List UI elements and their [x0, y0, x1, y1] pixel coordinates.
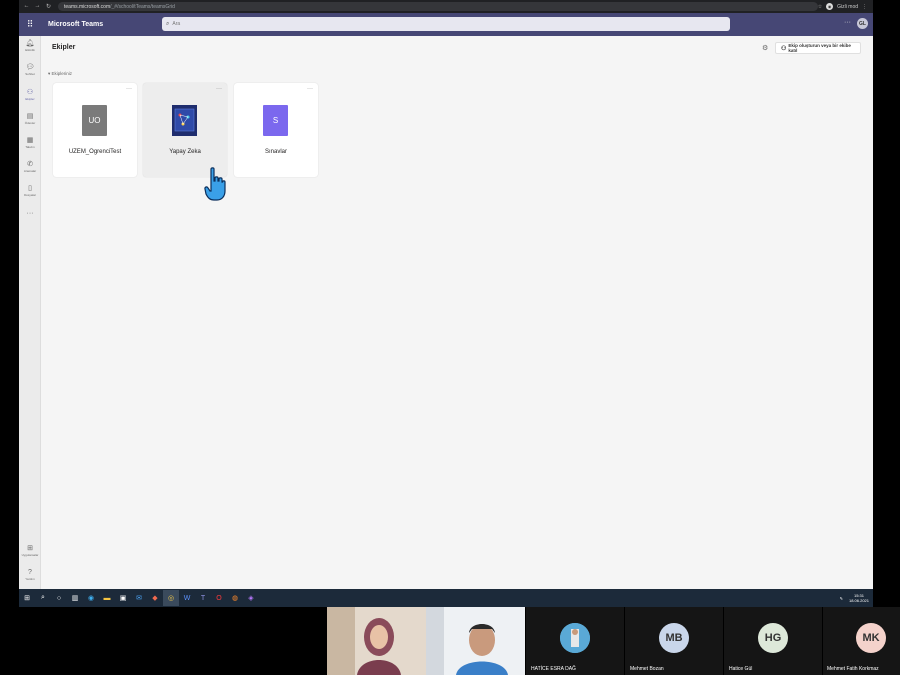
- mail-icon[interactable]: ✉: [131, 590, 147, 606]
- meeting-participants-strip: HATİCE ESRA DAĞ MB Mehmet Bozan HG Hatic…: [0, 607, 900, 675]
- participant-name: Mehmet Fatih Korkmaz: [827, 666, 879, 672]
- calendar-icon: ▦: [26, 137, 34, 144]
- back-icon[interactable]: ←: [23, 3, 30, 10]
- search-icon[interactable]: ⌕: [35, 590, 51, 606]
- participant-tile[interactable]: MK Mehmet Fatih Korkmaz: [823, 607, 900, 675]
- windows-start-icon[interactable]: ⊞: [19, 590, 35, 606]
- app-rail: 🔔︎ Etkinlik 💬︎ Sohbet ⚇ Ekipler ▤ Ödevler ▦ T…: [19, 36, 41, 589]
- profile-label[interactable]: Gizli mod: [837, 4, 858, 10]
- file-explorer-icon[interactable]: ▬: [99, 590, 115, 606]
- chrome-icon[interactable]: ◎: [163, 590, 179, 606]
- opera-icon[interactable]: O: [211, 590, 227, 606]
- incognito-icon[interactable]: ◉: [826, 3, 834, 10]
- app-icon[interactable]: ◈: [243, 590, 259, 606]
- rail-item-chat[interactable]: 💬︎ Sohbet: [19, 64, 41, 76]
- cortana-icon[interactable]: ○: [51, 590, 67, 606]
- avatar: HG: [758, 623, 788, 653]
- team-tile: S: [263, 105, 288, 136]
- avatar[interactable]: GL: [857, 18, 868, 29]
- avatar: MB: [659, 623, 689, 653]
- participant-tile[interactable]: HATİCE ESRA DAĞ: [526, 607, 624, 675]
- video-tile-2[interactable]: [426, 607, 525, 675]
- avatar: [560, 623, 590, 653]
- search-placeholder: Ara: [172, 21, 181, 27]
- team-name: Yapay Zeka: [169, 149, 201, 155]
- star-icon[interactable]: ☆: [818, 4, 822, 10]
- teams-app-icon[interactable]: T: [195, 590, 211, 606]
- chat-icon: 💬︎: [25, 64, 35, 71]
- participant-video: [327, 607, 426, 675]
- help-icon: ?: [28, 569, 32, 576]
- app-icon[interactable]: ◆: [147, 590, 163, 606]
- join-create-team-button[interactable]: ⚇ Ekip oluşturun veya bir ekibe katıl: [775, 42, 861, 54]
- participant-video: [426, 607, 525, 675]
- browser-menu-icon[interactable]: ⋮: [862, 4, 867, 10]
- clock[interactable]: 15:31 18.06.2021: [849, 593, 869, 603]
- participant-name: Mehmet Bozan: [630, 666, 664, 672]
- url-path: /_#/school/tTeams/teamsGrid: [110, 3, 175, 10]
- reload-icon[interactable]: ↻: [45, 3, 52, 10]
- video-tile-1[interactable]: [327, 607, 426, 675]
- edge-icon[interactable]: ◉: [83, 590, 99, 606]
- browser-toolbar: ← → ↻ teams.microsoft.com/_#/school/tTea…: [19, 0, 873, 13]
- hand-cursor-icon: [204, 167, 226, 201]
- section-label[interactable]: ▾ Ekipleriniz: [48, 71, 72, 77]
- team-name: Sınavlar: [264, 149, 287, 155]
- join-create-label: Ekip oluşturun veya bir ekibe katıl: [788, 43, 851, 53]
- rail-item-files[interactable]: ▯ Dosyalar: [19, 185, 41, 197]
- browser-window: ← → ↻ teams.microsoft.com/_#/school/tTea…: [19, 0, 873, 607]
- system-tray: ✎ 15:31 18.06.2021: [840, 593, 873, 603]
- bell-icon: 🔔︎: [25, 40, 35, 47]
- team-card-yapay-zeka[interactable]: ··· Yapay Zeka: [143, 83, 227, 177]
- more-options-icon[interactable]: ···: [216, 86, 222, 92]
- team-name: UZEM_OgrenciTest: [68, 149, 122, 155]
- page-title: Ekipler: [52, 44, 76, 51]
- rail-item-activity[interactable]: 🔔︎ Etkinlik: [19, 40, 41, 52]
- team-card-sinavlar[interactable]: ··· S Sınavlar: [234, 83, 318, 177]
- store-icon[interactable]: ▣: [115, 590, 131, 606]
- teams-header: ⠿ Microsoft Teams ⌕ Ara ··· GL: [19, 13, 873, 36]
- windows-taskbar: ⊞ ⌕ ○ ▥ ◉ ▬ ▣ ✉ ◆ ◎ W T O ◍ ◈ ✎ 15:31 18…: [19, 589, 873, 607]
- more-options-icon[interactable]: ···: [844, 19, 851, 26]
- profile-photo: [560, 623, 590, 653]
- team-tile: [172, 105, 197, 136]
- rail-item-calendar[interactable]: ▦ Takvim: [19, 137, 41, 149]
- firefox-icon[interactable]: ◍: [227, 590, 243, 606]
- participant-tile[interactable]: HG Hatice Gül: [724, 607, 822, 675]
- search-input[interactable]: ⌕ Ara: [162, 17, 730, 31]
- task-view-icon[interactable]: ▥: [67, 590, 83, 606]
- gear-icon[interactable]: ⚙: [762, 44, 768, 52]
- files-icon: ▯: [28, 185, 32, 192]
- search-icon: ⌕: [166, 20, 170, 27]
- teams-icon: ⚇: [26, 89, 34, 96]
- address-bar[interactable]: teams.microsoft.com/_#/school/tTeams/tea…: [58, 2, 818, 11]
- rail-item-assignments[interactable]: ▤ Ödevler: [19, 113, 41, 125]
- app-title: Microsoft Teams: [48, 21, 104, 28]
- avatar: MK: [856, 623, 886, 653]
- apps-icon: ⊞: [27, 545, 33, 552]
- app-launcher-icon[interactable]: ⠿: [19, 19, 41, 30]
- forward-icon[interactable]: →: [34, 3, 41, 10]
- assignments-icon: ▤: [26, 113, 34, 120]
- team-tile: UO: [82, 105, 107, 136]
- more-options-icon[interactable]: ···: [307, 86, 313, 92]
- rail-more-icon[interactable]: ···: [19, 210, 41, 218]
- team-card-uzem[interactable]: ··· UO UZEM_OgrenciTest: [53, 83, 137, 177]
- participant-name: Hatice Gül: [729, 666, 753, 672]
- add-team-icon: ⚇: [781, 45, 787, 52]
- participant-name: HATİCE ESRA DAĞ: [531, 666, 576, 672]
- rail-item-calls[interactable]: ✆ Aramalar: [19, 161, 41, 173]
- rail-item-help[interactable]: ? Yardım: [19, 569, 41, 581]
- ai-team-icon: [172, 105, 197, 136]
- rail-item-apps[interactable]: ⊞ Uygulamalar: [19, 545, 41, 557]
- url-host: teams.microsoft.com: [64, 3, 111, 10]
- word-icon[interactable]: W: [179, 590, 195, 606]
- participant-tile[interactable]: MB Mehmet Bozan: [625, 607, 723, 675]
- pen-icon[interactable]: ✎: [840, 596, 843, 601]
- rail-item-teams[interactable]: ⚇ Ekipler: [19, 89, 41, 101]
- more-options-icon[interactable]: ···: [126, 86, 132, 92]
- phone-icon: ✆: [27, 161, 33, 168]
